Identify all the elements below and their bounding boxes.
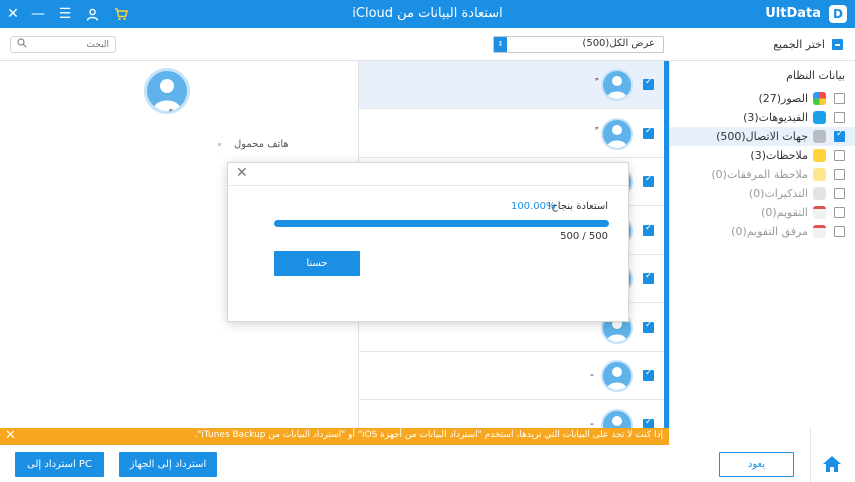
category-label: التذكيرات(0) — [748, 187, 808, 200]
sidebar-category-item[interactable]: ملاحظة المرفقات(0) — [670, 165, 855, 184]
restore-success-message: استعادة بنجاح! — [547, 201, 608, 212]
close-icon[interactable]: ✕ — [236, 165, 248, 181]
contact-row[interactable]: ً — [359, 61, 669, 109]
sidebar-category-item[interactable]: التقويم(0) — [670, 203, 855, 222]
restore-complete-dialog: ✕ استعادة بنجاح! 100.00% 500 / 500 حسنا — [227, 162, 629, 322]
photos-icon — [813, 92, 826, 105]
select-all-label: اختر الجميع — [773, 38, 825, 51]
category-label: التقويم(0) — [761, 206, 808, 219]
close-icon[interactable]: ✕ — [5, 428, 16, 443]
category-label: جهات الاتصال(500) — [716, 130, 808, 143]
contact-avatar-large — [144, 68, 190, 114]
search-input[interactable] — [31, 37, 111, 52]
category-label: ملاحظات(3) — [750, 149, 808, 162]
calendar-attachment-icon — [813, 225, 826, 238]
contact-avatar — [601, 117, 633, 150]
contact-checkbox[interactable] — [643, 368, 654, 381]
category-label: مرفق التقويم(0) — [731, 225, 808, 238]
contact-checkbox[interactable] — [643, 320, 654, 333]
note-attachments-icon — [813, 168, 826, 181]
sidebar-category-item[interactable]: ملاحظات(3) — [670, 146, 855, 165]
notes-icon — [813, 149, 826, 162]
app-name: UltData — [765, 6, 821, 21]
category-checkbox[interactable] — [834, 207, 845, 218]
system-data-heading: بيانات النظام — [786, 69, 845, 82]
contact-avatar — [601, 360, 633, 392]
search-box[interactable] — [10, 36, 116, 53]
contact-checkbox[interactable] — [643, 271, 654, 284]
recover-to-device-button[interactable]: استرداد إلى الجهاز — [119, 452, 217, 477]
contact-checkbox[interactable] — [643, 223, 654, 236]
sidebar-category-item[interactable]: مرفق التقويم(0) — [670, 222, 855, 241]
dialog-divider — [228, 185, 628, 186]
category-checkbox[interactable] — [834, 112, 845, 123]
reminders-icon — [813, 187, 826, 200]
category-checkbox[interactable] — [834, 226, 845, 237]
sidebar-category-item[interactable]: الصور(27) — [670, 89, 855, 108]
search-icon — [17, 38, 27, 51]
phone-field-label: هاتف محمول — [234, 139, 289, 150]
contact-avatar — [601, 69, 633, 101]
contact-checkbox[interactable] — [643, 126, 654, 139]
contacts-icon — [813, 130, 826, 143]
recover-to-pc-button[interactable]: استرداد إلى PC — [15, 452, 104, 477]
select-all-checkbox[interactable] — [832, 39, 843, 50]
contact-name: - — [590, 368, 594, 381]
back-button[interactable]: يعود — [719, 452, 794, 477]
sidebar-category-item[interactable]: التذكيرات(0) — [670, 184, 855, 203]
bottom-divider — [810, 428, 811, 482]
category-checkbox[interactable] — [834, 93, 845, 104]
dropdown-arrows-icon[interactable]: ⇕ — [494, 37, 507, 52]
ok-button[interactable]: حسنا — [274, 251, 360, 276]
category-label: الفيديوهات(3) — [743, 111, 808, 124]
select-all[interactable]: اختر الجميع — [773, 38, 843, 51]
category-checkbox[interactable] — [834, 169, 845, 180]
sidebar-category-item[interactable]: جهات الاتصال(500) — [670, 127, 855, 146]
contact-checkbox[interactable] — [643, 417, 654, 428]
field-dot — [218, 143, 221, 146]
filter-value: عرض الكل(500) — [582, 38, 655, 49]
progress-bar — [274, 220, 609, 227]
category-checkbox[interactable] — [834, 150, 845, 161]
videos-icon — [813, 111, 826, 124]
contact-checkbox[interactable] — [643, 77, 654, 90]
home-icon[interactable] — [822, 455, 842, 473]
category-label: ملاحظة المرفقات(0) — [711, 168, 808, 181]
app-logo: D — [829, 5, 847, 23]
progress-count: 500 / 500 — [560, 231, 608, 242]
contact-row[interactable]: ً — [359, 109, 669, 158]
contact-row[interactable]: - — [359, 400, 669, 429]
filter-dropdown[interactable]: ⇕ عرض الكل(500) — [493, 36, 664, 53]
contact-avatar — [601, 408, 633, 428]
contact-checkbox[interactable] — [643, 174, 654, 187]
warning-banner: ✕ إذا كنت لا تجد على البيانات التي تريده… — [0, 428, 669, 445]
contact-row[interactable]: - — [359, 352, 669, 400]
category-label: الصور(27) — [758, 92, 808, 105]
progress-fill — [274, 220, 609, 227]
title-bar: ✕ — ☰ استعادة البيانات من iCloud UltData… — [0, 0, 855, 28]
warning-text: إذا كنت لا تجد على البيانات التي تريدها،… — [194, 430, 663, 440]
category-sidebar: بيانات النظام الصور(27) الفيديوهات(3) جهات… — [669, 61, 855, 428]
category-checkbox[interactable] — [834, 188, 845, 199]
category-checkbox[interactable] — [834, 129, 845, 142]
calendar-icon — [813, 206, 826, 219]
sidebar-category-item[interactable]: الفيديوهات(3) — [670, 108, 855, 127]
progress-percent: 100.00% — [511, 201, 556, 212]
contact-name: - — [590, 416, 594, 429]
window-title: استعادة البيانات من iCloud — [352, 6, 503, 21]
